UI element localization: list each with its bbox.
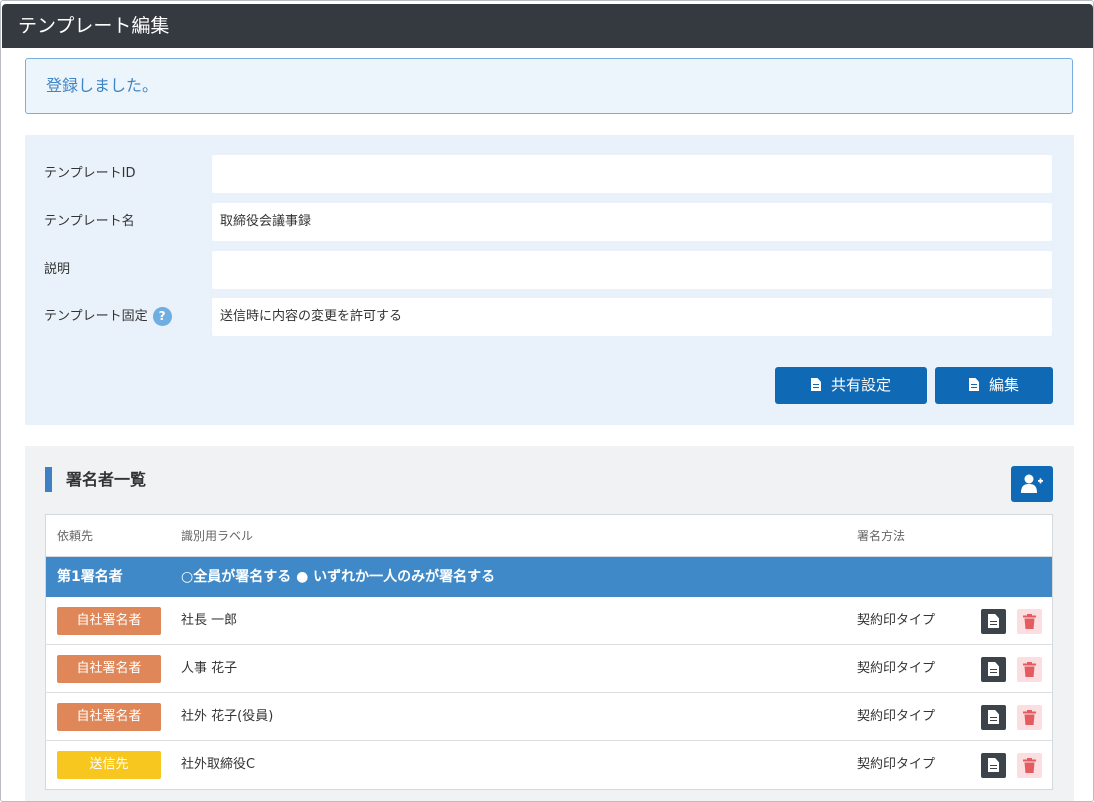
description-label: 説明 xyxy=(44,262,71,277)
signer-group-mode[interactable]: ○全員が署名する ● いずれか一人のみが署名する xyxy=(181,557,495,597)
signer-list-title: 署名者一覧 xyxy=(45,467,146,492)
form-row-template-id: テンプレートID xyxy=(25,155,1074,193)
edit-button[interactable]: 編集 xyxy=(935,367,1053,404)
document-icon[interactable] xyxy=(981,705,1006,730)
document-icon[interactable] xyxy=(981,657,1006,682)
signer-method: 契約印タイプ xyxy=(857,613,936,628)
table-row: 自社署名者 社長 一郎 契約印タイプ xyxy=(46,597,1052,645)
form-row-template-name: テンプレート名 xyxy=(25,203,1074,241)
share-settings-label: 共有設定 xyxy=(830,376,891,394)
signer-type-badge: 自社署名者 xyxy=(57,607,161,635)
template-name-input[interactable] xyxy=(212,203,1052,241)
signer-type-badge: 送信先 xyxy=(57,751,161,779)
template-lock-select[interactable]: 送信時に内容の変更を許可する xyxy=(212,298,1052,336)
trash-icon[interactable] xyxy=(1017,753,1042,778)
question-circle-icon[interactable]: ? xyxy=(152,307,172,326)
form-row-template-lock: テンプレート固定? 送信時に内容の変更を許可する xyxy=(25,298,1074,336)
trash-icon[interactable] xyxy=(1017,705,1042,730)
add-signer-button[interactable] xyxy=(1011,466,1053,502)
signer-type-badge: 自社署名者 xyxy=(57,703,161,731)
table-row: 自社署名者 人事 花子 契約印タイプ xyxy=(46,645,1052,693)
template-id-input[interactable] xyxy=(212,155,1052,193)
document-icon xyxy=(968,378,979,391)
success-alert: 登録しました。 xyxy=(25,58,1073,114)
signer-list-panel: 署名者一覧 依頼先 識別用ラベル 署名方法 第1署名者 ○全員が署名する ● い… xyxy=(25,446,1074,801)
template-name-label: テンプレート名 xyxy=(44,214,135,229)
template-id-label: テンプレートID xyxy=(44,166,136,181)
trash-icon[interactable] xyxy=(1017,609,1042,634)
edit-label: 編集 xyxy=(988,376,1019,394)
template-lock-label-text: テンプレート固定 xyxy=(44,309,148,324)
signer-method: 契約印タイプ xyxy=(857,757,936,772)
signer-group-row: 第1署名者 ○全員が署名する ● いずれか一人のみが署名する xyxy=(46,557,1052,597)
table-row: 送信先 社外取締役C 契約印タイプ xyxy=(46,741,1052,789)
signer-method: 契約印タイプ xyxy=(857,661,936,676)
signer-label: 人事 花子 xyxy=(181,661,238,676)
signer-label: 社外 花子(役員) xyxy=(181,709,274,724)
signer-label: 社長 一郎 xyxy=(181,613,238,628)
column-label: 識別用ラベル xyxy=(181,529,254,543)
document-icon[interactable] xyxy=(981,609,1006,634)
template-lock-label: テンプレート固定? xyxy=(44,298,172,336)
column-method: 署名方法 xyxy=(857,529,906,543)
column-requestee: 依頼先 xyxy=(57,529,94,543)
share-settings-button[interactable]: 共有設定 xyxy=(775,367,927,404)
user-plus-icon xyxy=(1021,474,1043,493)
document-icon xyxy=(810,378,821,391)
signer-group-name: 第1署名者 xyxy=(57,569,123,585)
page-title: テンプレート編集 xyxy=(2,4,1093,48)
trash-icon[interactable] xyxy=(1017,657,1042,682)
signer-table: 依頼先 識別用ラベル 署名方法 第1署名者 ○全員が署名する ● いずれか一人の… xyxy=(45,514,1053,790)
form-row-description: 説明 xyxy=(25,251,1074,289)
signer-method: 契約印タイプ xyxy=(857,709,936,724)
description-input[interactable] xyxy=(212,251,1052,289)
template-form: テンプレートID テンプレート名 説明 テンプレート固定? 送信時に内容の変更を… xyxy=(25,135,1074,425)
table-header: 依頼先 識別用ラベル 署名方法 xyxy=(46,515,1052,557)
signer-label: 社外取締役C xyxy=(181,757,256,772)
signer-type-badge: 自社署名者 xyxy=(57,655,161,683)
app-frame: テンプレート編集 登録しました。 テンプレートID テンプレート名 説明 テンプ… xyxy=(0,0,1094,802)
table-row: 自社署名者 社外 花子(役員) 契約印タイプ xyxy=(46,693,1052,741)
document-icon[interactable] xyxy=(981,753,1006,778)
